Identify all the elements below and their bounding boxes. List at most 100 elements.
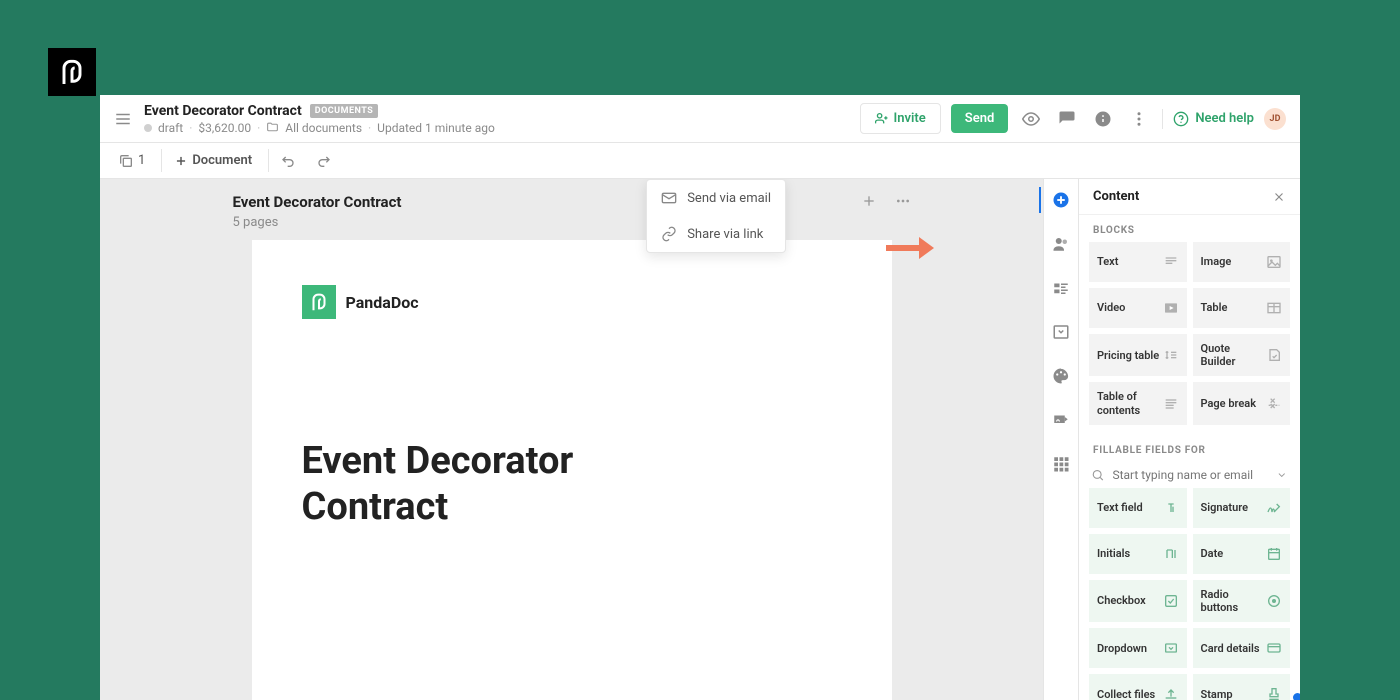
block-pagebreak[interactable]: Page break (1193, 382, 1291, 424)
fillable-radio[interactable]: Radio buttons (1193, 580, 1291, 622)
content-panel: Content BLOCKS Text Image VideoTablePricin… (1078, 179, 1300, 700)
documents-badge: DOCUMENTS (310, 104, 379, 118)
block-quote[interactable]: Quote Builder (1193, 334, 1291, 376)
fillable-date[interactable]: Date (1193, 534, 1291, 574)
header-title-wrap: Event Decorator Contract DOCUMENTS draft… (144, 103, 848, 135)
pagebreak-icon (1266, 396, 1282, 412)
block-pricing[interactable]: Pricing table (1089, 334, 1187, 376)
send-via-email-item[interactable]: Send via email (647, 180, 785, 216)
dropdown-icon (1163, 640, 1179, 656)
blocks-section-label: BLOCKS (1079, 215, 1300, 242)
fillable-stamp[interactable]: Stamp (1193, 674, 1291, 700)
textfield-icon (1163, 500, 1179, 516)
signature-icon (1266, 500, 1282, 516)
undo-icon (281, 153, 297, 169)
comments-icon[interactable] (1054, 106, 1080, 132)
block-image[interactable]: Image (1193, 242, 1291, 282)
redo-button[interactable] (309, 149, 337, 173)
fillable-initials[interactable]: Initials (1089, 534, 1187, 574)
send-button[interactable]: Send (951, 104, 1009, 133)
block-tile-label: Card details (1201, 642, 1260, 655)
rail-apps-icon[interactable] (1048, 451, 1074, 477)
header-actions: Invite Send Need help JD (860, 103, 1286, 134)
email-icon (661, 190, 677, 206)
block-tile-label: Collect files (1097, 688, 1155, 700)
block-tile-label: Checkbox (1097, 594, 1146, 607)
info-icon[interactable] (1090, 106, 1116, 132)
undo-button[interactable] (275, 149, 303, 173)
close-icon (1272, 190, 1286, 204)
updated-label: Updated 1 minute ago (377, 121, 495, 135)
invite-button[interactable]: Invite (860, 103, 941, 134)
fillable-dropdown[interactable]: Dropdown (1089, 628, 1187, 668)
chevron-down-icon[interactable] (1276, 469, 1288, 481)
block-tile-label: Radio buttons (1201, 588, 1267, 614)
close-panel-button[interactable] (1272, 190, 1286, 204)
block-tile-label: Initials (1097, 547, 1130, 560)
status-dot-icon (144, 124, 152, 132)
editor-canvas[interactable]: Event Decorator Contract 5 pages PandaDo… (100, 179, 1043, 700)
fillable-textfield[interactable]: Text field (1089, 488, 1187, 528)
rail-content-icon[interactable] (1048, 187, 1074, 213)
block-text[interactable]: Text (1089, 242, 1187, 282)
header-meta: draft · $3,620.00 · All documents · Upda… (144, 121, 848, 135)
block-tile-label: Signature (1201, 501, 1249, 514)
link-icon (661, 226, 677, 242)
more-horizontal-icon[interactable] (895, 193, 911, 209)
recipient-search-input[interactable] (1112, 468, 1268, 482)
checkbox-icon (1163, 593, 1179, 609)
redo-icon (315, 153, 331, 169)
block-tile-label: Stamp (1201, 688, 1233, 700)
menu-icon[interactable] (114, 110, 132, 128)
page-title[interactable]: Event Decorator Contract (302, 439, 842, 530)
canvas-pages-label: 5 pages (233, 215, 402, 230)
content-panel-title: Content (1093, 189, 1139, 204)
block-tile-label: Text (1097, 255, 1118, 268)
block-tile-label: Text field (1097, 501, 1143, 514)
video-icon (1163, 300, 1179, 316)
send-dropdown: Send via email Share via link (646, 179, 786, 253)
pricing-icon (1163, 347, 1179, 363)
image-icon (1266, 254, 1282, 270)
user-avatar[interactable]: JD (1264, 108, 1286, 130)
search-icon (1091, 468, 1104, 482)
rail-recipients-icon[interactable] (1048, 231, 1074, 257)
block-table[interactable]: Table (1193, 288, 1291, 328)
rail-signing-icon[interactable] (1048, 407, 1074, 433)
app-window: Event Decorator Contract DOCUMENTS draft… (100, 95, 1300, 700)
block-tile-label: Image (1201, 255, 1232, 268)
plus-icon (174, 154, 188, 168)
fillable-signature[interactable]: Signature (1193, 488, 1291, 528)
add-page-icon[interactable] (861, 193, 877, 209)
document-page[interactable]: PandaDoc Event Decorator Contract (252, 240, 892, 700)
price-label: $3,620.00 (198, 121, 251, 135)
rail-variables-icon[interactable] (1048, 275, 1074, 301)
more-vertical-icon[interactable] (1126, 106, 1152, 132)
block-video[interactable]: Video (1089, 288, 1187, 328)
copy-icon (118, 153, 134, 169)
folder-label[interactable]: All documents (285, 121, 362, 135)
block-tile-label: Dropdown (1097, 642, 1147, 655)
block-tile-label: Quote Builder (1201, 342, 1267, 368)
preview-icon[interactable] (1018, 106, 1044, 132)
toolbar: 1 Document (100, 143, 1300, 179)
pandadoc-logo-icon (302, 285, 336, 319)
pages-thumbnail-button[interactable]: 1 (112, 149, 151, 173)
initials-icon (1163, 546, 1179, 562)
block-toc[interactable]: Table of contents (1089, 382, 1187, 424)
fillable-card[interactable]: Card details (1193, 628, 1291, 668)
share-via-link-item[interactable]: Share via link (647, 216, 785, 252)
right-rail (1043, 179, 1078, 700)
rail-workflow-icon[interactable] (1048, 319, 1074, 345)
need-help-link[interactable]: Need help (1173, 111, 1254, 127)
brand-logo (48, 48, 96, 96)
block-tile-label: Table of contents (1097, 390, 1163, 416)
fillable-checkbox[interactable]: Checkbox (1089, 580, 1187, 622)
rail-design-icon[interactable] (1048, 363, 1074, 389)
pandadoc-brand-text: PandaDoc (346, 293, 419, 312)
table-icon (1266, 300, 1282, 316)
canvas-doc-title: Event Decorator Contract (233, 193, 402, 211)
add-document-button[interactable]: Document (168, 149, 258, 172)
recipient-search[interactable] (1079, 462, 1300, 488)
fillable-upload[interactable]: Collect files (1089, 674, 1187, 700)
